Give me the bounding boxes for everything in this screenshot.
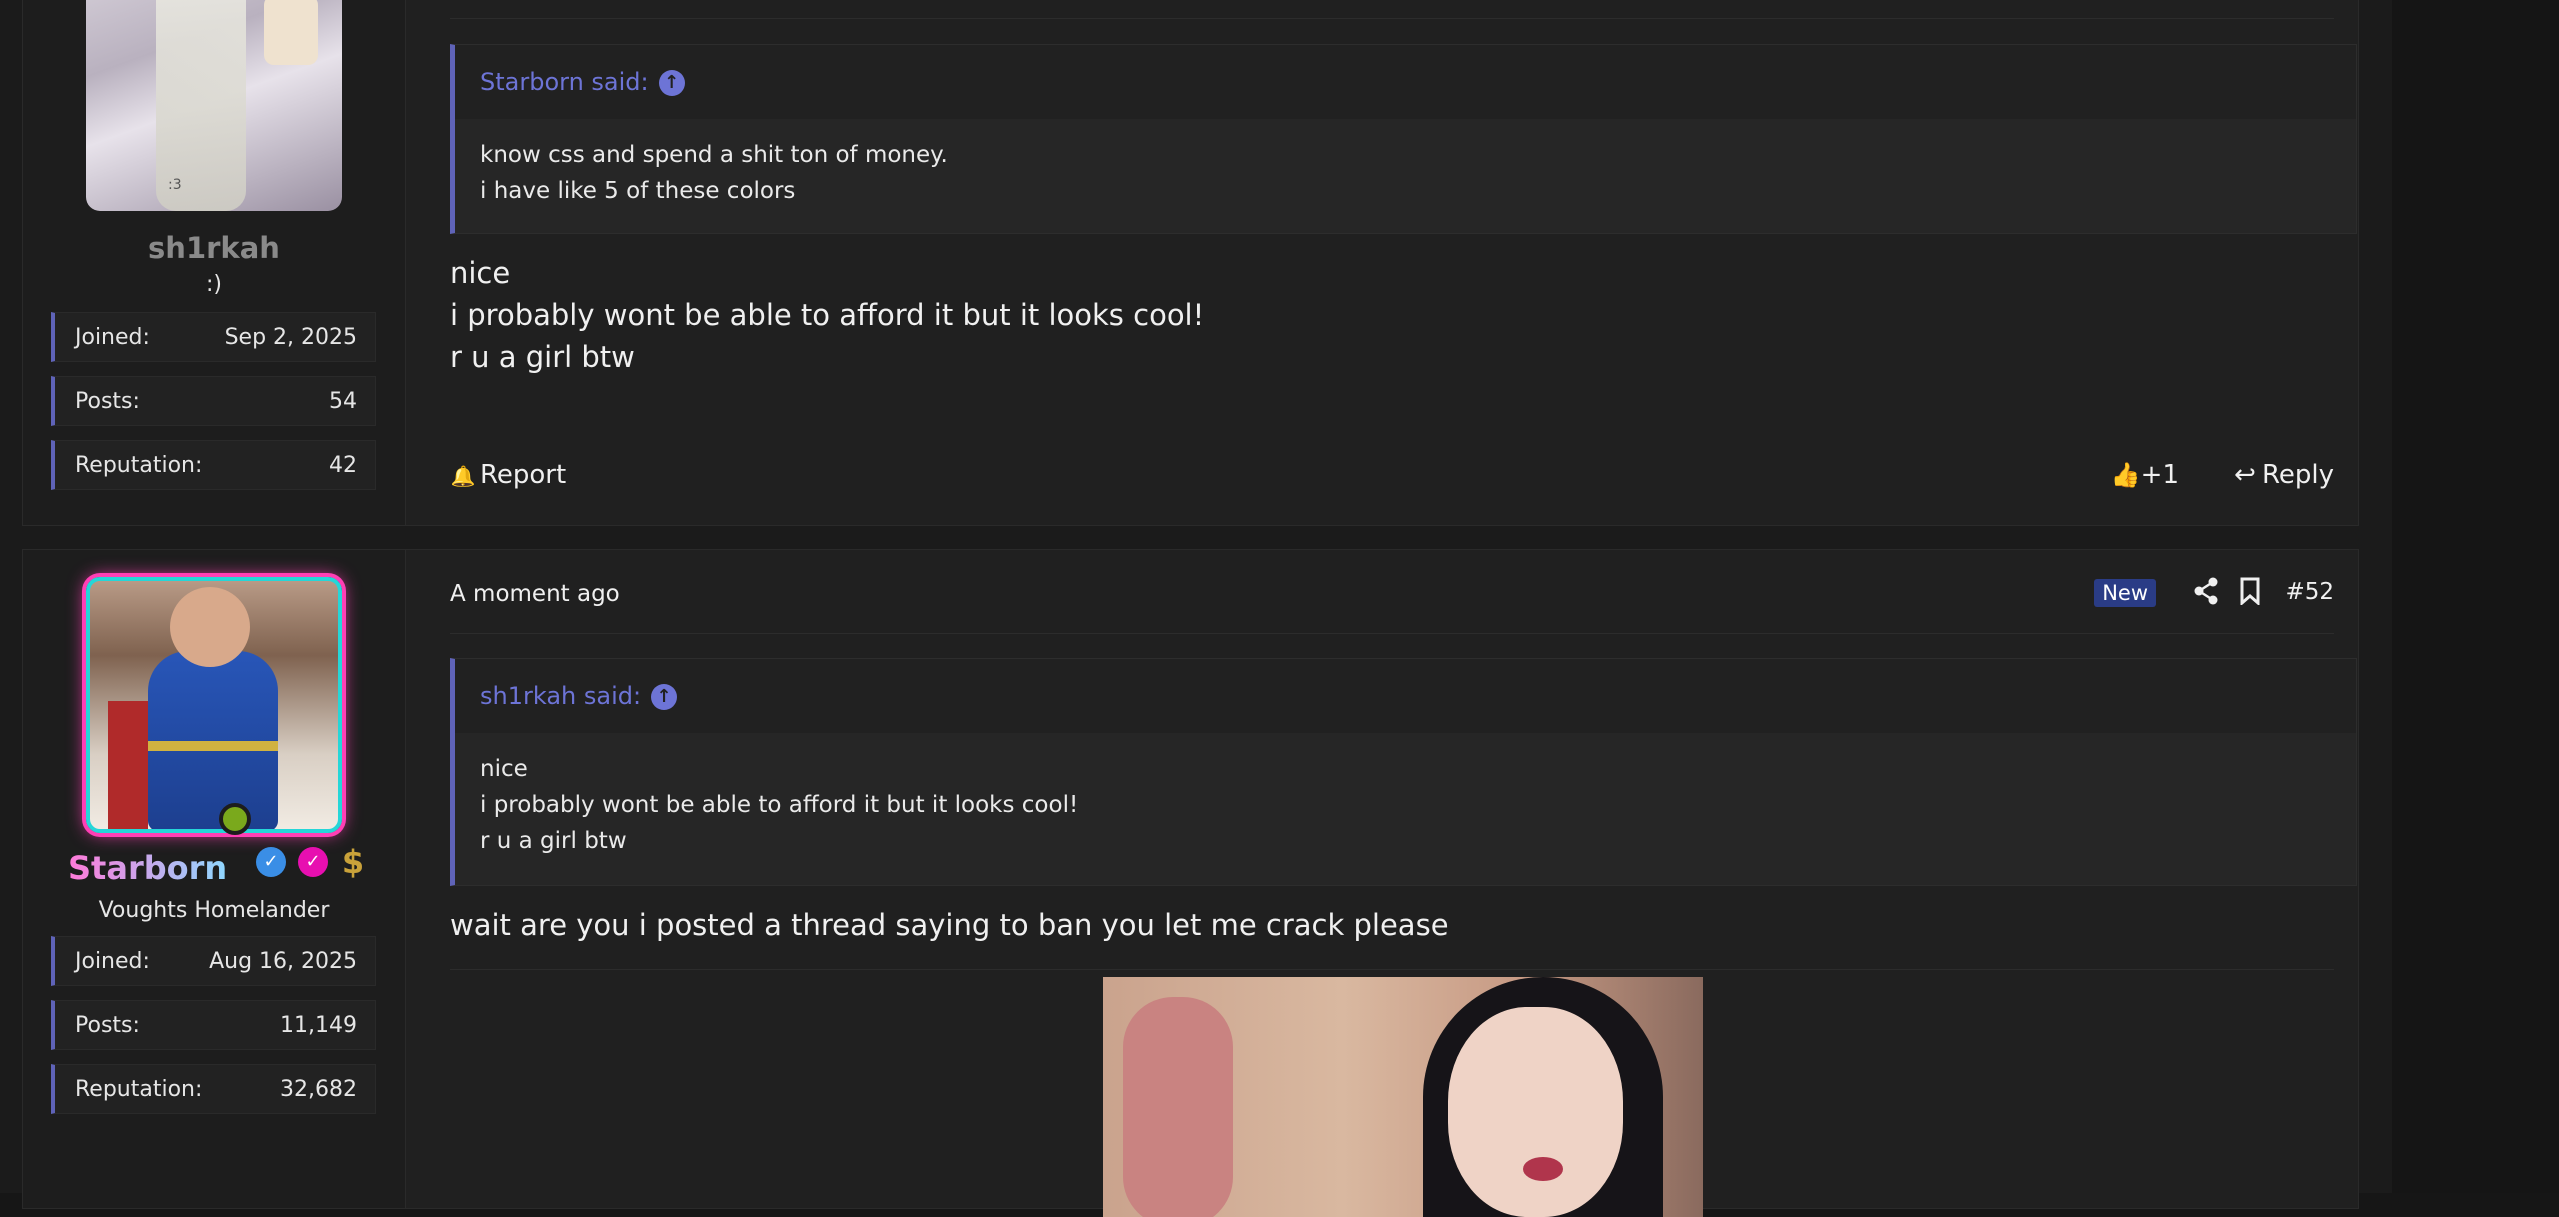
post-starborn: Starborn ✓ ✓ $ Voughts Homelander Joined: …	[22, 549, 2359, 1217]
post-time[interactable]: A moment ago	[450, 581, 620, 607]
message-body: nice i probably wont be able to afford i…	[450, 252, 1204, 378]
quote-line: nice	[480, 756, 528, 782]
reply-label: Reply	[2261, 460, 2334, 490]
premium-badge-icon: ✓	[298, 847, 328, 877]
avatar-art	[148, 741, 278, 751]
bell-icon: 🔔	[450, 464, 476, 488]
quote-author[interactable]: Starborn said:	[480, 68, 649, 96]
media-art	[1523, 1157, 1563, 1181]
stat-posts: Posts: 11,149	[51, 1000, 376, 1050]
stat-label: Posts:	[75, 389, 140, 414]
share-icon[interactable]	[2193, 577, 2219, 612]
message-line: wait are you i posted a thread saying to…	[450, 908, 1449, 942]
online-status-indicator	[219, 803, 251, 835]
stat-posts: Posts: 54	[51, 376, 376, 426]
avatar-caption: :3	[168, 177, 182, 193]
quote-jump-icon[interactable]: ↑	[651, 684, 678, 710]
avatar[interactable]: :3	[86, 0, 342, 211]
stat-label: Reputation:	[75, 453, 203, 478]
message-line: i probably wont be able to afford it but…	[450, 298, 1205, 332]
quote-body: know css and spend a shit ton of money. …	[455, 119, 2356, 227]
stat-joined: Joined: Sep 2, 2025	[51, 312, 376, 362]
reply-icon: ↩	[2234, 460, 2256, 490]
post-sh1rkah: :3 sh1rkah :) Joined: Sep 2, 2025 Posts:…	[22, 0, 2359, 526]
message-body: wait are you i posted a thread saying to…	[450, 904, 1449, 946]
username[interactable]: sh1rkah	[23, 231, 405, 265]
avatar-art	[108, 701, 148, 829]
divider	[450, 18, 2334, 19]
right-gutter	[2392, 0, 2559, 1193]
quote-header[interactable]: Starborn said: ↑	[455, 45, 2356, 119]
user-title: :)	[206, 272, 222, 297]
verified-badge-icon: ✓	[256, 847, 286, 877]
post-actions: 🔔 Report 👍+1 ↩ Reply	[450, 455, 2334, 495]
post-header: A moment ago New #52	[450, 577, 2334, 617]
thumbs-up-icon: 👍	[2110, 461, 2141, 489]
avatar[interactable]	[86, 577, 342, 833]
quote-line: i probably wont be able to afford it but…	[480, 792, 1079, 818]
quote-line: i have like 5 of these colors	[480, 178, 796, 204]
stat-value: 54	[329, 389, 357, 414]
quote-author[interactable]: sh1rkah said:	[480, 682, 641, 710]
quote-header[interactable]: sh1rkah said: ↑	[455, 659, 2356, 733]
stat-value: Aug 16, 2025	[209, 949, 357, 974]
stat-label: Posts:	[75, 1013, 140, 1038]
post-number[interactable]: #52	[2285, 579, 2334, 605]
divider	[450, 633, 2334, 634]
dollar-badge-icon: $	[341, 843, 365, 881]
media-art	[1123, 997, 1233, 1217]
bookmark-icon[interactable]	[2240, 577, 2260, 612]
quote-line: know css and spend a shit ton of money.	[480, 142, 948, 168]
user-badges: ✓ ✓ $	[256, 843, 378, 883]
reply-button[interactable]: ↩ Reply	[2232, 455, 2334, 495]
media-art	[1448, 1007, 1623, 1217]
message-line: nice	[450, 256, 511, 290]
stat-value: 32,682	[280, 1077, 357, 1102]
stat-value: Sep 2, 2025	[224, 325, 357, 350]
username[interactable]: Starborn	[68, 849, 227, 887]
stat-value: 11,149	[280, 1013, 357, 1038]
report-button[interactable]: 🔔 Report	[450, 455, 567, 496]
new-badge: New	[2094, 579, 2156, 607]
stat-joined: Joined: Aug 16, 2025	[51, 936, 376, 986]
report-label: Report	[480, 460, 567, 490]
stat-label: Joined:	[75, 949, 150, 974]
quote-block: Starborn said: ↑ know css and spend a shi…	[450, 44, 2357, 234]
quote-block: sh1rkah said: ↑ nice i probably wont be a…	[450, 658, 2357, 886]
user-cell: Starborn ✓ ✓ $ Voughts Homelander Joined: …	[23, 550, 406, 1208]
like-count: +1	[2140, 460, 2179, 490]
stat-value: 42	[329, 453, 357, 478]
user-title: Voughts Homelander	[98, 898, 330, 923]
stat-reputation: Reputation: 32,682	[51, 1064, 376, 1114]
user-cell: :3 sh1rkah :) Joined: Sep 2, 2025 Posts:…	[23, 0, 406, 525]
message-line: r u a girl btw	[450, 340, 635, 374]
avatar-art	[170, 587, 250, 667]
stat-label: Joined:	[75, 325, 150, 350]
quote-body: nice i probably wont be able to afford i…	[455, 733, 2356, 877]
message-cell: A moment ago New #52 sh1rkah said: ↑ nice…	[406, 550, 2358, 1217]
quote-line: r u a girl btw	[480, 828, 627, 854]
stat-label: Reputation:	[75, 1077, 203, 1102]
embedded-gif[interactable]	[1103, 977, 1703, 1217]
stat-reputation: Reputation: 42	[51, 440, 376, 490]
quote-jump-icon[interactable]: ↑	[658, 70, 685, 96]
message-cell: Starborn said: ↑ know css and spend a shi…	[406, 0, 2358, 525]
avatar-art	[264, 0, 318, 65]
divider	[450, 969, 2334, 970]
like-button[interactable]: 👍+1	[2111, 455, 2179, 495]
